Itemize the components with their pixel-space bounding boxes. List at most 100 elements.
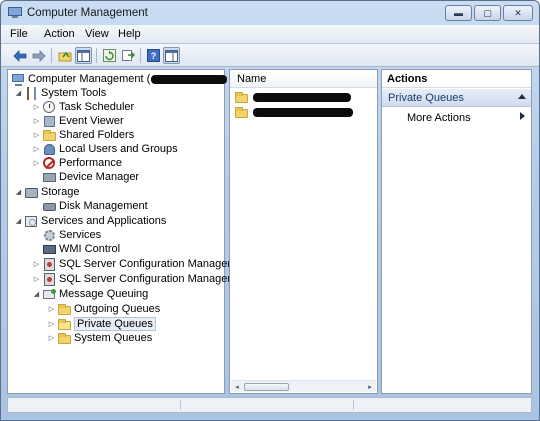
tree-item-event-viewer[interactable]: ▷ Event Viewer <box>32 114 124 128</box>
collapse-arrow-icon[interactable]: ◢ <box>14 89 23 97</box>
tree-item-local-users-and-groups[interactable]: ▷ Local Users and Groups <box>32 142 178 156</box>
tree-item-private-queues[interactable]: ▷ Private Queues <box>47 317 156 331</box>
title-bar[interactable]: Computer Management ▬ ▢ ✕ <box>1 1 539 25</box>
menu-bar: File Action View Help <box>1 25 539 44</box>
tree-item-message-queuing[interactable]: ◢ Message Queuing <box>32 287 148 301</box>
window-title: Computer Management <box>27 7 148 19</box>
horizontal-scrollbar[interactable]: ◂ ▸ <box>231 380 376 392</box>
forward-arrow-icon <box>32 49 46 62</box>
tree-item-sql-server-configuration-manager[interactable]: ▷ SQL Server Configuration Manager <box>32 257 231 271</box>
help-button[interactable]: ? <box>145 47 162 64</box>
minimize-button[interactable]: ▬ <box>445 5 472 21</box>
results-list-pane[interactable]: Name ◂ ▸ <box>229 69 378 394</box>
expand-arrow-icon[interactable]: ▷ <box>32 103 41 111</box>
maximize-icon: ▢ <box>483 7 492 18</box>
expand-arrow-icon[interactable]: ▷ <box>32 159 41 167</box>
tree-item-storage[interactable]: ◢ Storage <box>14 185 80 199</box>
tree-item-label: SQL Server Configuration Manager <box>59 258 232 270</box>
scroll-left-icon[interactable]: ◂ <box>232 382 242 392</box>
expand-arrow-icon[interactable]: ▷ <box>32 275 41 283</box>
menu-help[interactable]: Help <box>118 28 141 40</box>
maximize-button[interactable]: ▢ <box>474 5 501 21</box>
expand-arrow-icon[interactable]: ▷ <box>32 117 41 125</box>
expand-arrow-icon[interactable]: ▷ <box>47 334 56 342</box>
expand-arrow-icon[interactable]: ▷ <box>32 260 41 268</box>
actions-group-private-queues[interactable]: Private Queues <box>382 89 531 107</box>
toolbar-separator <box>140 48 141 63</box>
tree-item-label: Shared Folders <box>59 129 135 141</box>
console-tree-pane[interactable]: Computer Management ( ◢ System Tools ▷ T… <box>7 69 231 394</box>
refresh-button[interactable] <box>101 47 118 64</box>
show-hide-console-tree-button[interactable] <box>75 47 92 64</box>
expand-arrow-icon[interactable]: ▷ <box>47 320 56 328</box>
tree-item-services-and-applications[interactable]: ◢ Services and Applications <box>14 214 167 228</box>
scrollbar-thumb[interactable] <box>244 383 289 391</box>
tree-item-label: Services <box>59 229 102 241</box>
up-level-button[interactable] <box>56 47 73 64</box>
tree-item-system-tools[interactable]: ◢ System Tools <box>14 86 106 100</box>
export-list-icon <box>122 50 135 61</box>
tree-item-label: System Queues <box>74 332 153 344</box>
submenu-arrow-icon[interactable] <box>520 112 525 120</box>
menu-action[interactable]: Action <box>44 28 75 40</box>
sql-icon <box>43 257 56 271</box>
services-apps-icon <box>25 215 38 228</box>
tree-item-label: Event Viewer <box>59 115 124 127</box>
expand-arrow-icon[interactable]: ▷ <box>32 145 41 153</box>
device-icon <box>43 171 56 184</box>
tree-item-wmi-control[interactable]: WMI Control <box>32 242 120 256</box>
tree-item-outgoing-queues[interactable]: ▷ Outgoing Queues <box>47 302 160 316</box>
tree-root-computer-management[interactable]: Computer Management ( <box>12 72 228 86</box>
expand-arrow-icon[interactable]: ▷ <box>47 305 56 313</box>
menu-view[interactable]: View <box>85 28 109 40</box>
status-separator <box>180 400 181 410</box>
storage-icon <box>25 186 38 199</box>
folder-icon <box>58 332 71 345</box>
list-item[interactable] <box>235 91 351 104</box>
tree-item-label: Local Users and Groups <box>59 143 178 155</box>
folder-icon <box>43 129 56 142</box>
show-hide-tree-icon <box>77 49 90 62</box>
collapse-caret-icon[interactable] <box>518 94 526 99</box>
tree-item-device-manager[interactable]: Device Manager <box>32 170 139 184</box>
collapse-arrow-icon[interactable]: ◢ <box>32 290 41 298</box>
back-button[interactable] <box>11 47 28 64</box>
show-hide-action-pane-button[interactable] <box>163 47 180 64</box>
wmi-icon <box>43 243 56 256</box>
export-list-button[interactable] <box>120 47 137 64</box>
folder-open-icon <box>58 318 71 331</box>
expand-arrow-icon[interactable]: ▷ <box>32 131 41 139</box>
forward-button[interactable] <box>30 47 47 64</box>
folder-icon <box>58 303 71 316</box>
computer-management-app-icon <box>8 7 22 19</box>
name-column-header[interactable]: Name <box>230 70 377 88</box>
tools-icon <box>25 86 38 100</box>
gear-icon <box>43 229 56 242</box>
tree-item-services[interactable]: Services <box>32 228 101 242</box>
redaction-bar <box>151 74 228 84</box>
more-actions-item[interactable]: More Actions <box>407 112 471 124</box>
tree-item-label: Storage <box>41 186 80 198</box>
tree-item-system-queues[interactable]: ▷ System Queues <box>47 331 152 345</box>
toolbar-separator <box>51 48 52 63</box>
status-bar <box>7 397 532 413</box>
tree-item-label: Task Scheduler <box>59 101 135 113</box>
tree-item-performance[interactable]: ▷ Performance <box>32 156 122 170</box>
collapse-arrow-icon[interactable]: ◢ <box>14 188 23 196</box>
queue-folder-icon <box>235 106 248 119</box>
actions-header: Actions <box>382 70 531 88</box>
scroll-right-icon[interactable]: ▸ <box>365 382 375 392</box>
list-item[interactable] <box>235 106 353 119</box>
tree-item-disk-management[interactable]: Disk Management <box>32 199 148 213</box>
tree-item-label: Services and Applications <box>41 215 167 227</box>
tree-item-task-scheduler[interactable]: ▷ Task Scheduler <box>32 100 134 114</box>
tree-item-sql-server-configuration-manager[interactable]: ▷ SQL Server Configuration Manager <box>32 272 231 286</box>
close-button[interactable]: ✕ <box>503 5 533 21</box>
help-icon: ? <box>147 49 160 62</box>
clock-icon <box>43 100 56 114</box>
show-hide-action-pane-icon <box>165 49 178 62</box>
menu-file[interactable]: File <box>10 28 28 40</box>
tree-item-shared-folders[interactable]: ▷ Shared Folders <box>32 128 134 142</box>
collapse-arrow-icon[interactable]: ◢ <box>14 217 23 225</box>
tree-item-label: Performance <box>59 157 122 169</box>
